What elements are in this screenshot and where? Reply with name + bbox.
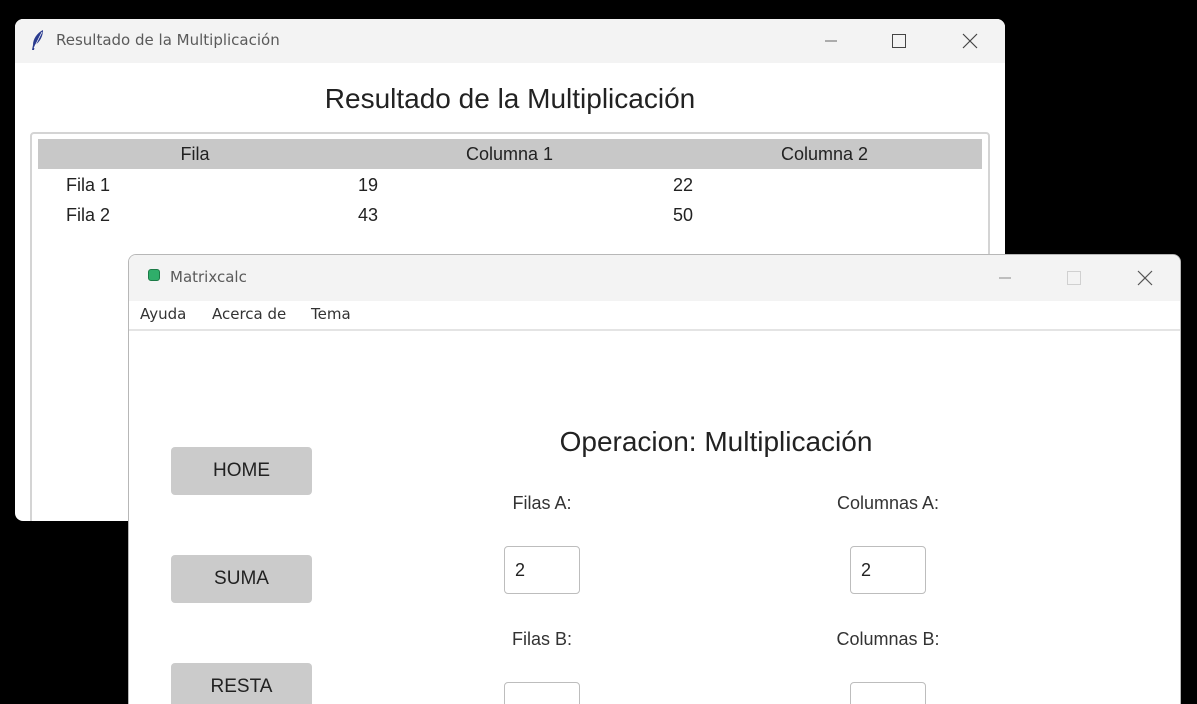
filas-b-input[interactable] [504,682,580,704]
home-button[interactable]: HOME [171,447,312,495]
table-cell: 22 [673,175,694,195]
column-header-fila[interactable]: Fila [38,139,352,169]
menu-ayuda[interactable]: Ayuda [140,305,186,323]
close-icon [962,33,978,49]
close-button[interactable] [1110,255,1180,301]
maximize-button[interactable] [1039,255,1109,301]
column-header-columna-2[interactable]: Columna 2 [667,139,982,169]
minimize-icon [825,40,837,42]
minimize-icon [999,277,1011,279]
menu-bar: Ayuda Acerca de Tema [129,301,1180,331]
columnas-a-label: Columnas A: [836,493,940,513]
table-cell: 50 [673,205,694,225]
columnas-b-input[interactable] [850,682,926,704]
table-cell: Fila 1 [66,175,111,195]
result-heading: Resultado de la Multiplicación [324,83,696,114]
filas-a-input[interactable]: 2 [504,546,580,594]
resta-button[interactable]: RESTA [171,663,312,704]
filas-a-label: Filas A: [512,493,572,513]
matrixcalc-window: Matrixcalc Ayuda Acerca de Tema HOME SUM… [128,254,1181,704]
matrixcalc-title: Matrixcalc [170,268,247,286]
maximize-button[interactable] [864,19,934,63]
result-window-titlebar[interactable]: Resultado de la Multiplicación [15,19,1005,63]
operation-title: Operacion: Multiplicación [559,426,873,457]
close-icon [1137,270,1153,286]
matrixcalc-titlebar[interactable]: Matrixcalc [129,255,1180,301]
feather-icon [31,29,45,56]
minimize-button[interactable] [970,255,1040,301]
maximize-icon [892,34,906,48]
table-cell: 43 [358,205,379,225]
result-window-title: Resultado de la Multiplicación [56,31,280,49]
table-cell: 19 [358,175,379,195]
table-cell: Fila 2 [66,205,111,225]
close-button[interactable] [935,19,1005,63]
maximize-icon [1067,271,1081,285]
table-header: Fila Columna 1 Columna 2 [38,139,982,169]
columnas-b-label: Columnas B: [836,629,940,649]
suma-button[interactable]: SUMA [171,555,312,603]
filas-b-label: Filas B: [511,629,572,649]
minimize-button[interactable] [796,19,866,63]
columnas-a-input[interactable]: 2 [850,546,926,594]
menu-acerca-de[interactable]: Acerca de [212,305,286,323]
column-header-columna-1[interactable]: Columna 1 [352,139,667,169]
menu-tema[interactable]: Tema [311,305,351,323]
app-icon [148,269,160,281]
